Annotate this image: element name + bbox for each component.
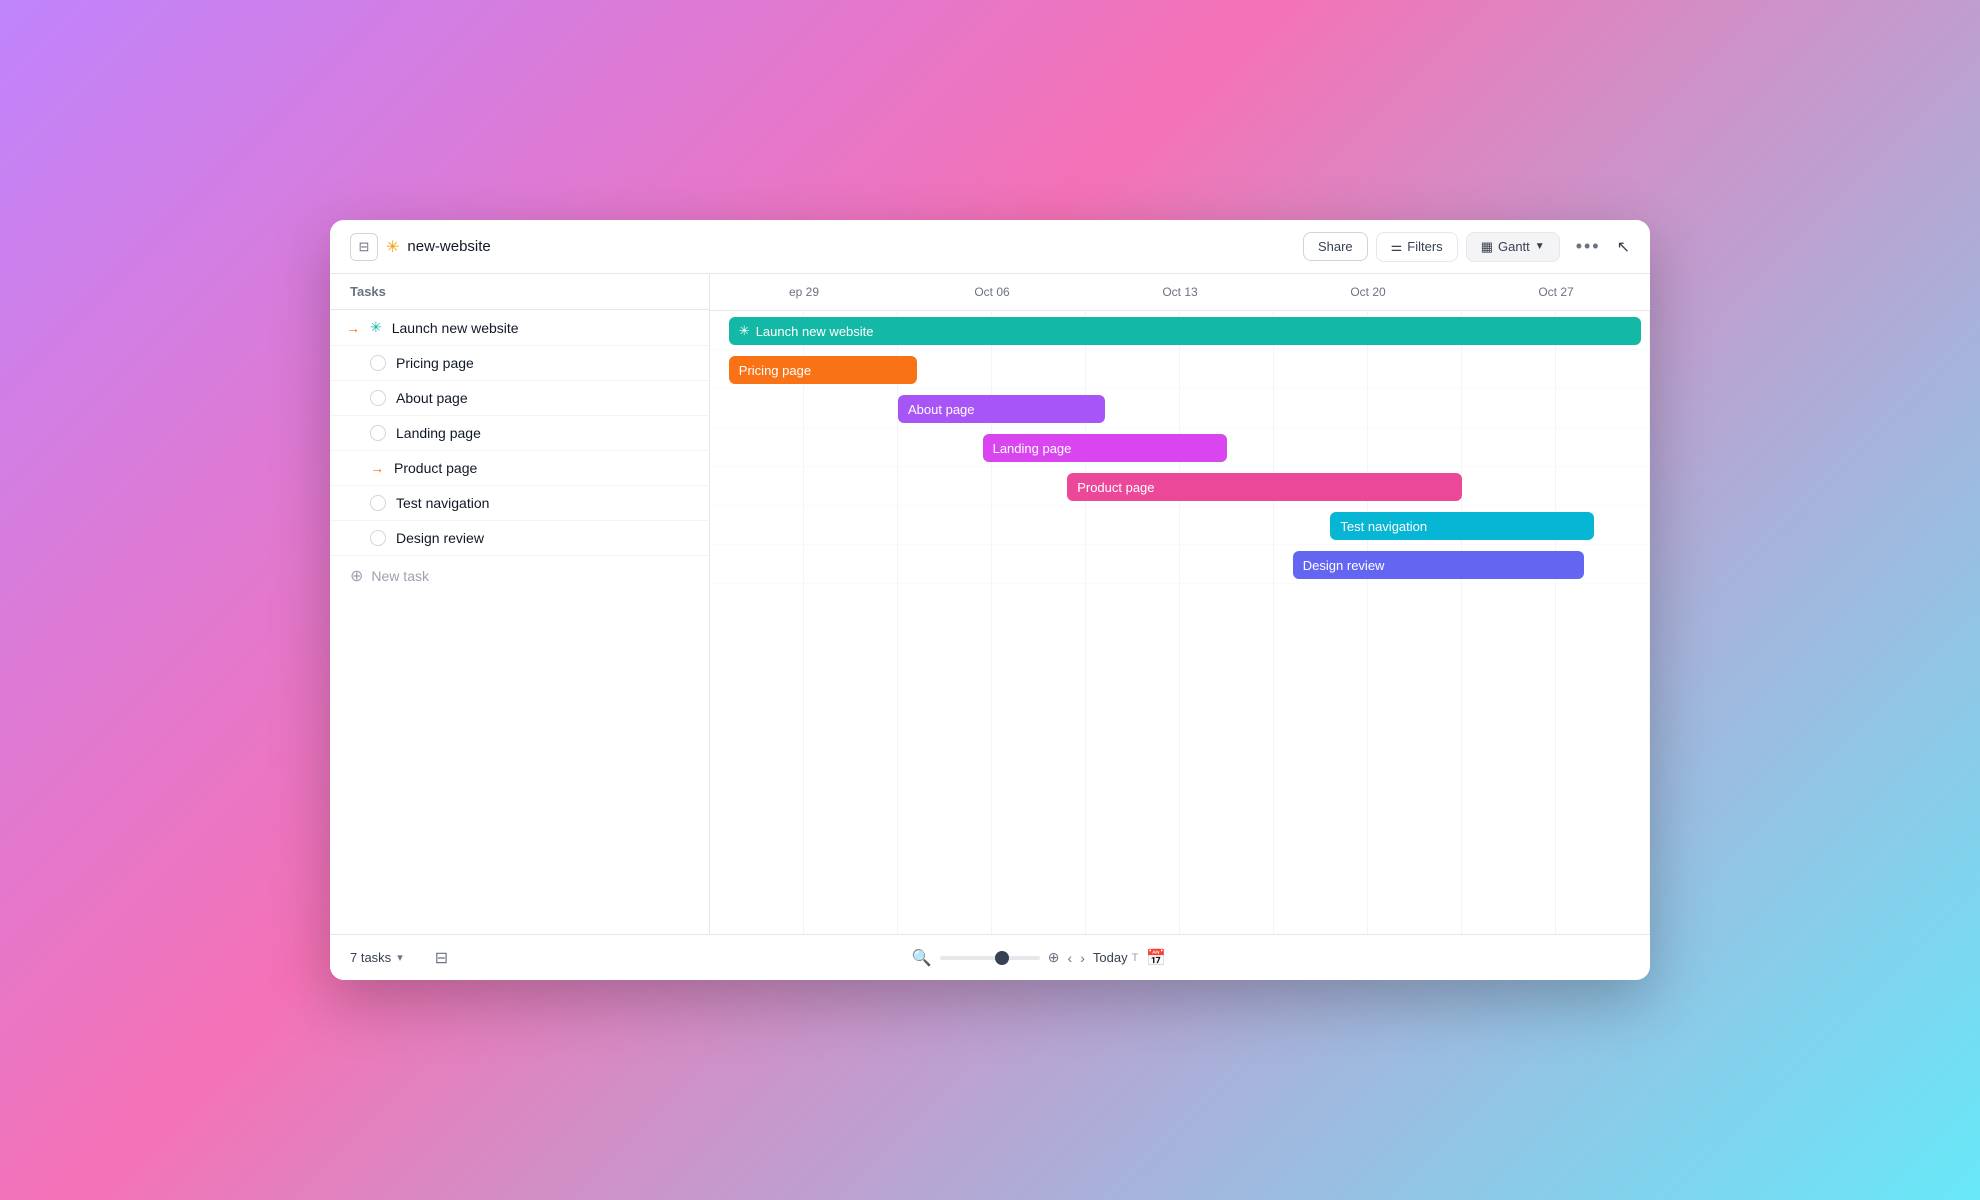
task-label-about: About page xyxy=(396,390,468,406)
task-label-landing: Landing page xyxy=(396,425,481,441)
today-button[interactable]: Today T xyxy=(1093,950,1138,965)
header-right: Share ⚌ Filters ▦ Gantt ▼ ••• ↖ xyxy=(1303,232,1630,262)
bar-label-pricing: Pricing page xyxy=(739,363,811,378)
task-item-product[interactable]: → Product page xyxy=(330,451,709,486)
app-window: ⊟ ✳ new-website Share ⚌ Filters ▦ Gantt … xyxy=(330,220,1650,980)
task-item-launch[interactable]: → ✳ Launch new website xyxy=(330,310,709,346)
zoom-thumb[interactable] xyxy=(995,951,1009,965)
task-checkbox-landing[interactable] xyxy=(370,425,386,441)
today-label: Today xyxy=(1093,950,1128,965)
gantt-chart-icon: ▦ xyxy=(1481,239,1493,255)
zoom-out-button[interactable]: 🔍 xyxy=(912,948,932,968)
task-item-test[interactable]: Test navigation xyxy=(330,486,709,521)
gantt-chart-panel: ep 29 Oct 06 Oct 13 Oct 20 Oct 27 xyxy=(710,274,1650,934)
header: ⊟ ✳ new-website Share ⚌ Filters ▦ Gantt … xyxy=(330,220,1650,274)
task-item-design[interactable]: Design review xyxy=(330,521,709,556)
prev-period-button[interactable]: ‹ xyxy=(1068,950,1073,966)
filters-icon: ⚌ xyxy=(1391,239,1403,255)
task-item-about[interactable]: About page xyxy=(330,381,709,416)
bar-label-about: About page xyxy=(908,402,975,417)
gantt-bar-product[interactable]: Product page xyxy=(1067,473,1462,501)
grid-view-icon[interactable]: ⊟ xyxy=(435,948,448,968)
task-count-chevron-icon[interactable]: ▾ xyxy=(397,951,403,964)
task-label-launch: Launch new website xyxy=(392,320,519,336)
bar-sun-icon: ✳ xyxy=(739,323,750,339)
filters-button[interactable]: ⚌ Filters xyxy=(1376,232,1458,262)
task-list-header: Tasks xyxy=(330,274,709,310)
gantt-button[interactable]: ▦ Gantt ▼ xyxy=(1466,232,1560,262)
task-checkbox-design[interactable] xyxy=(370,530,386,546)
footer-left: 7 tasks ▾ ⊟ xyxy=(350,948,448,968)
gantt-row-pricing: Pricing page xyxy=(710,350,1650,389)
new-task-button[interactable]: ⊕ New task xyxy=(330,556,709,596)
task-label-pricing: Pricing page xyxy=(396,355,474,371)
cursor-icon: ↖ xyxy=(1617,237,1630,257)
date-label-oct20: Oct 20 xyxy=(1274,285,1462,299)
footer-center: 🔍 ⊕ ‹ › Today T 📅 xyxy=(912,948,1166,968)
gantt-row-about: About page xyxy=(710,389,1650,428)
task-checkbox-test[interactable] xyxy=(370,495,386,511)
gantt-row-test: Test navigation xyxy=(710,506,1650,545)
task-count-label: 7 tasks xyxy=(350,950,391,965)
task-arrow-product-icon: → xyxy=(370,460,384,476)
gantt-bar-about[interactable]: About page xyxy=(898,395,1105,423)
today-shortcut: T xyxy=(1132,952,1139,964)
new-task-label: New task xyxy=(371,568,429,584)
next-period-button[interactable]: › xyxy=(1080,950,1085,966)
sidebar-toggle-icon[interactable]: ⊟ xyxy=(350,233,378,261)
calendar-icon-button[interactable]: 📅 xyxy=(1146,948,1166,968)
task-label-design: Design review xyxy=(396,530,484,546)
task-item-pricing[interactable]: Pricing page xyxy=(330,346,709,381)
plus-icon: ⊕ xyxy=(350,566,363,586)
task-label-product: Product page xyxy=(394,460,477,476)
expand-arrow-icon: → xyxy=(346,320,360,336)
date-label-sep29: ep 29 xyxy=(710,285,898,299)
date-label-oct06: Oct 06 xyxy=(898,285,1086,299)
gantt-bar-test[interactable]: Test navigation xyxy=(1330,512,1593,540)
more-options-button[interactable]: ••• xyxy=(1568,232,1609,261)
task-list-panel: Tasks → ✳ Launch new website Pricing pag… xyxy=(330,274,710,934)
footer: 7 tasks ▾ ⊟ 🔍 ⊕ ‹ › Today T 📅 xyxy=(330,934,1650,980)
bar-label-launch: Launch new website xyxy=(756,324,874,339)
filters-label: Filters xyxy=(1407,239,1442,254)
main-content: Tasks → ✳ Launch new website Pricing pag… xyxy=(330,274,1650,934)
bar-label-landing: Landing page xyxy=(993,441,1072,456)
task-label-test: Test navigation xyxy=(396,495,489,511)
bar-label-test: Test navigation xyxy=(1340,519,1427,534)
task-item-landing[interactable]: Landing page xyxy=(330,416,709,451)
gantt-row-launch: ✳ Launch new website xyxy=(710,311,1650,350)
gantt-row-design: Design review xyxy=(710,545,1650,584)
zoom-slider[interactable] xyxy=(940,956,1040,960)
task-sun-icon: ✳ xyxy=(370,319,382,336)
zoom-in-button[interactable]: ⊕ xyxy=(1048,949,1060,966)
gantt-chevron-icon: ▼ xyxy=(1535,241,1545,252)
bar-label-product: Product page xyxy=(1077,480,1154,495)
gantt-bar-launch[interactable]: ✳ Launch new website xyxy=(729,317,1641,345)
gantt-row-landing: Landing page xyxy=(710,428,1650,467)
gantt-bar-landing[interactable]: Landing page xyxy=(983,434,1227,462)
task-checkbox-pricing[interactable] xyxy=(370,355,386,371)
share-button[interactable]: Share xyxy=(1303,232,1368,261)
project-sun-icon: ✳ xyxy=(386,237,399,257)
gantt-bar-design[interactable]: Design review xyxy=(1293,551,1584,579)
header-left: ⊟ ✳ new-website xyxy=(350,233,1303,261)
gantt-rows: ✳ Launch new website Pricing page Ab xyxy=(710,311,1650,584)
project-title: new-website xyxy=(407,238,490,255)
gantt-bar-pricing[interactable]: Pricing page xyxy=(729,356,917,384)
bar-label-design: Design review xyxy=(1303,558,1385,573)
date-label-oct13: Oct 13 xyxy=(1086,285,1274,299)
gantt-body: ✳ Launch new website Pricing page Ab xyxy=(710,311,1650,934)
gantt-date-header: ep 29 Oct 06 Oct 13 Oct 20 Oct 27 xyxy=(710,274,1650,311)
date-label-oct27: Oct 27 xyxy=(1462,285,1650,299)
gantt-label: Gantt xyxy=(1498,239,1530,254)
task-checkbox-about[interactable] xyxy=(370,390,386,406)
gantt-row-product: Product page xyxy=(710,467,1650,506)
